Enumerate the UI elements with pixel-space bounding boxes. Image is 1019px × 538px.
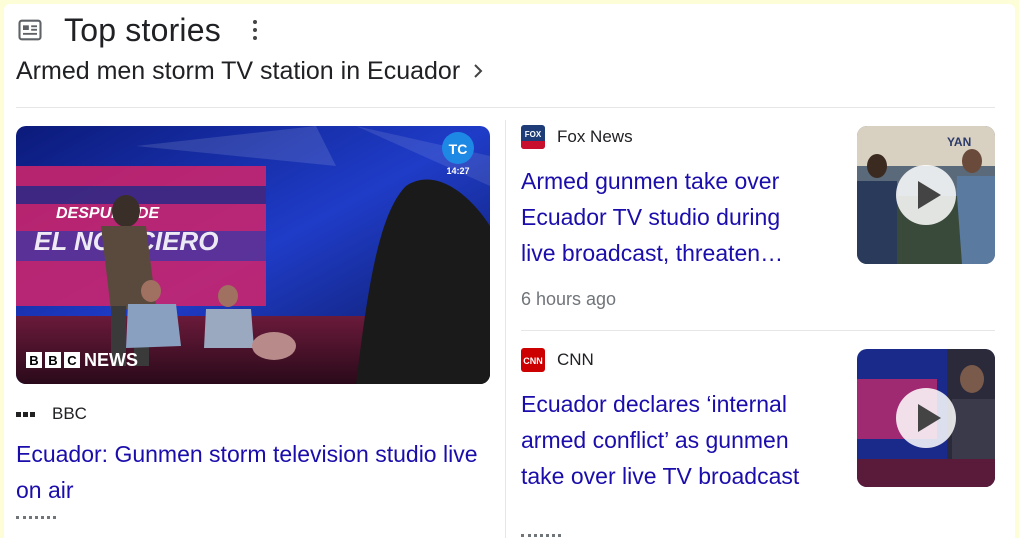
story-thumbnail-fox[interactable]: YAN <box>857 126 995 264</box>
channel-badge: TC <box>449 141 468 157</box>
svg-text:DESPUÉS DE: DESPUÉS DE <box>56 203 160 222</box>
bbc-logo-icon <box>16 407 36 421</box>
chevron-right-icon <box>474 64 483 78</box>
source-name: Fox News <box>557 127 633 146</box>
header-divider <box>16 107 995 108</box>
svg-text:FOX: FOX <box>525 130 542 139</box>
story-card-bbc[interactable]: DESPUÉS DE EL NOTICIERO TC 14:27 <box>16 126 490 524</box>
topic-label: Armed men storm TV station in Ecuador <box>16 56 461 85</box>
top-stories-header: Top stories <box>16 8 265 52</box>
source-name: BBC <box>52 404 87 423</box>
topic-link[interactable]: Armed men storm TV station in Ecuador <box>16 54 486 88</box>
source-name: CNN <box>557 350 594 369</box>
svg-text:C: C <box>67 353 77 368</box>
story-time-cutoff <box>521 534 561 538</box>
column-divider <box>505 120 506 538</box>
story-time-cutoff <box>16 516 56 524</box>
cnn-logo-icon: CNN <box>521 348 545 372</box>
story-headline-link[interactable]: Armed gunmen take over Ecuador TV studio… <box>521 163 821 271</box>
fox-news-logo-icon: FOX <box>521 125 545 149</box>
story-headline-link[interactable]: Ecuador: Gunmen storm television studio … <box>16 436 486 508</box>
story-thumbnail-cnn[interactable] <box>857 349 995 487</box>
svg-text:YAN: YAN <box>947 135 971 149</box>
svg-text:NEWS: NEWS <box>84 350 138 370</box>
section-title: Top stories <box>64 11 221 48</box>
story-divider <box>521 330 995 331</box>
story-source-bbc: BBC <box>16 403 490 425</box>
story-timestamp: 6 hours ago <box>521 289 617 309</box>
svg-text:CNN: CNN <box>523 356 543 366</box>
more-vert-icon[interactable] <box>245 16 265 44</box>
newspaper-icon <box>18 19 42 41</box>
svg-text:B: B <box>48 353 57 368</box>
story-image-bbc[interactable]: DESPUÉS DE EL NOTICIERO TC 14:27 <box>16 126 490 384</box>
top-stories-card: Top stories Armed men storm TV station i… <box>4 4 1015 538</box>
story-card-fox[interactable]: FOX Fox News Armed gunmen take over Ecua… <box>521 125 995 310</box>
story-headline-link[interactable]: Ecuador declares ‘internal armed conflic… <box>521 386 821 494</box>
broadcast-clock: 14:27 <box>446 166 469 176</box>
story-card-cnn[interactable]: CNN CNN Ecuador declares ‘internal armed… <box>521 348 995 494</box>
svg-text:B: B <box>29 353 38 368</box>
